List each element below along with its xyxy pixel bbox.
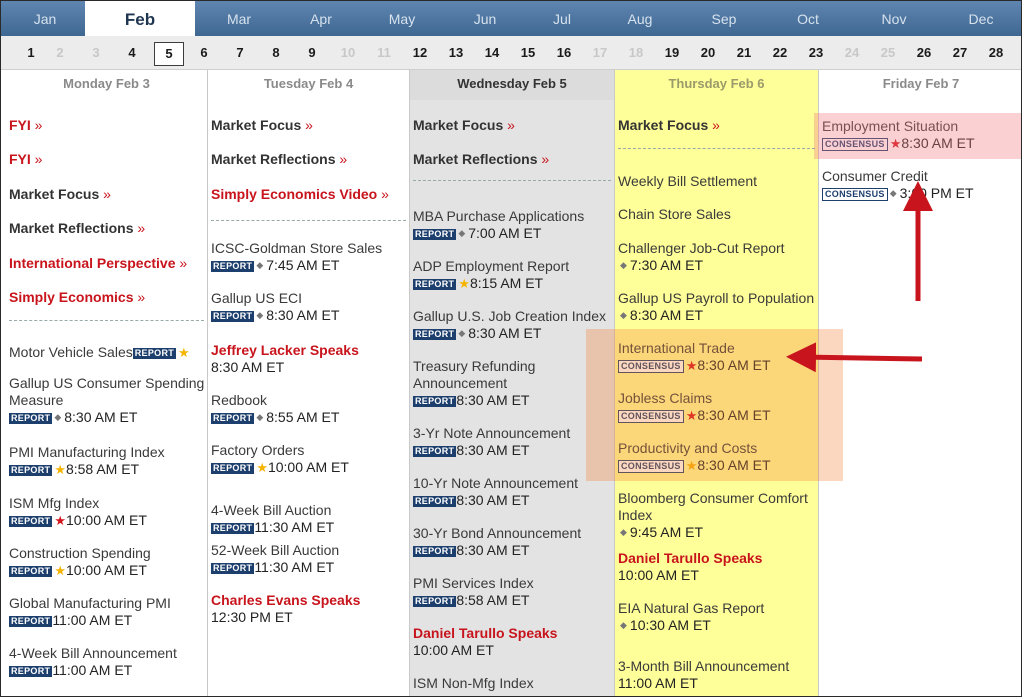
- annotation-arrows: [786, 181, 933, 373]
- arrow-left-icon: [786, 342, 923, 373]
- calendar-frame: Jan Feb Mar Apr May Jun Jul Aug Sep Oct Nov Dec 123…: [0, 0, 1022, 697]
